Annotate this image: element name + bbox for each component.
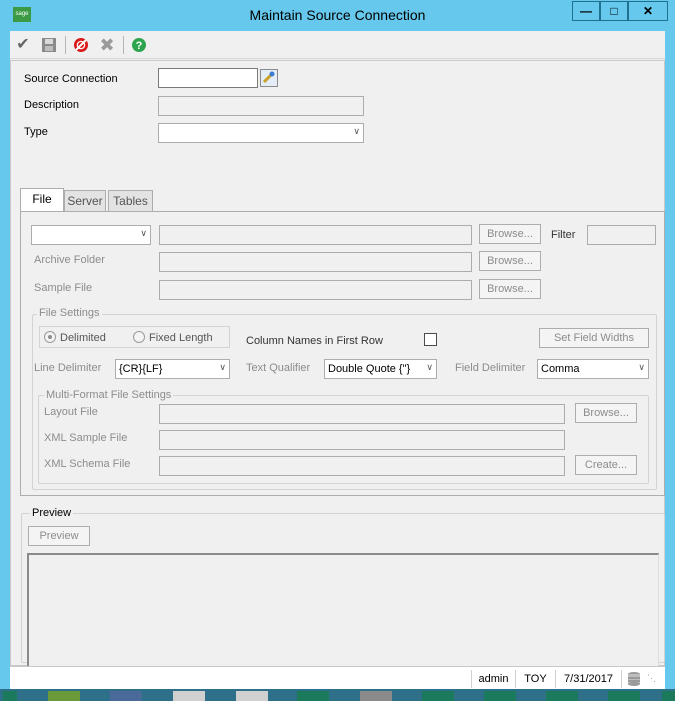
layout-file-input[interactable] xyxy=(159,404,565,424)
browse-archive-button[interactable]: Browse... xyxy=(479,251,541,271)
delete-icon[interactable] xyxy=(70,35,92,55)
chevron-down-icon: ∨ xyxy=(638,362,645,372)
chevron-down-icon: ∨ xyxy=(353,126,360,136)
tab-file-label: File xyxy=(32,192,52,206)
window-body: ✔ ✖ ? Source Connection Description Type… xyxy=(10,31,665,689)
tab-file[interactable]: File xyxy=(20,188,64,212)
browse-sample-button[interactable]: Browse... xyxy=(479,279,541,299)
toolbar: ✔ ✖ ? xyxy=(10,31,665,59)
chevron-down-icon: ∨ xyxy=(219,362,226,372)
column-names-label: Column Names in First Row xyxy=(246,335,383,347)
source-connection-input[interactable] xyxy=(158,68,258,88)
taskbar-item[interactable] xyxy=(48,691,80,701)
fixed-length-radio[interactable] xyxy=(133,331,145,343)
text-qualifier-label: Text Qualifier xyxy=(246,362,311,374)
database-icon[interactable] xyxy=(621,670,645,688)
tab-server[interactable]: Server xyxy=(64,190,106,212)
chevron-down-icon: ∨ xyxy=(140,228,147,238)
tab-server-label: Server xyxy=(67,194,103,208)
line-delimiter-label: Line Delimiter xyxy=(34,362,102,374)
taskbar-item[interactable] xyxy=(110,691,142,701)
svg-text:?: ? xyxy=(136,40,143,52)
file-settings-title: File Settings xyxy=(37,307,102,319)
help-icon[interactable]: ? xyxy=(128,35,150,55)
taskbar-item[interactable] xyxy=(3,691,17,701)
taskbar-item[interactable] xyxy=(236,691,268,701)
preview-title: Preview xyxy=(30,507,74,519)
preview-button[interactable]: Preview xyxy=(28,526,90,546)
status-date: 7/31/2017 xyxy=(555,670,621,688)
status-user: admin xyxy=(471,670,515,688)
taskbar xyxy=(0,689,675,701)
chevron-down-icon: ∨ xyxy=(426,362,433,372)
type-select[interactable]: ∨ xyxy=(158,123,364,143)
text-qualifier-select[interactable]: Double Quote {"} ∨ xyxy=(324,359,437,379)
lookup-icon[interactable] xyxy=(260,69,278,87)
taskbar-item[interactable] xyxy=(608,691,640,701)
delimited-label: Delimited xyxy=(60,332,106,344)
status-company: TOY xyxy=(515,670,555,688)
taskbar-item[interactable] xyxy=(546,691,578,701)
text-qualifier-value: Double Quote {"} xyxy=(328,363,411,375)
toolbar-separator xyxy=(65,36,66,54)
filter-label: Filter xyxy=(551,229,576,241)
multi-format-title: Multi-Format File Settings xyxy=(44,389,174,401)
browse-layout-button[interactable]: Browse... xyxy=(575,403,637,423)
archive-folder-label: Archive Folder xyxy=(34,254,105,266)
maximize-icon[interactable]: □ xyxy=(600,1,628,21)
set-field-widths-button[interactable]: Set Field Widths xyxy=(539,328,649,348)
delimited-radio[interactable] xyxy=(44,331,56,343)
field-delimiter-label: Field Delimiter xyxy=(455,362,526,374)
xml-schema-file-label: XML Schema File xyxy=(44,458,131,470)
form-panel: Source Connection Description Type ∨ Fil… xyxy=(10,60,665,679)
taskbar-item[interactable] xyxy=(360,691,392,701)
status-bar: admin TOY 7/31/2017 ⋱ xyxy=(10,666,665,689)
xml-sample-file-label: XML Sample File xyxy=(44,432,128,444)
cancel-x-icon[interactable]: ✖ xyxy=(96,35,118,55)
taskbar-item[interactable] xyxy=(484,691,516,701)
minimize-icon[interactable]: — xyxy=(572,1,600,21)
preview-area[interactable] xyxy=(27,553,659,679)
location-select[interactable]: ∨ xyxy=(31,225,151,245)
xml-sample-file-input[interactable] xyxy=(159,430,565,450)
close-icon[interactable]: ✕ xyxy=(628,1,668,21)
line-delimiter-select[interactable]: {CR}{LF} ∨ xyxy=(115,359,230,379)
sample-file-label: Sample File xyxy=(34,282,93,294)
layout-file-label: Layout File xyxy=(44,406,98,418)
filter-input[interactable] xyxy=(587,225,656,245)
xml-schema-file-input[interactable] xyxy=(159,456,565,476)
archive-folder-input[interactable] xyxy=(159,252,472,272)
source-connection-label: Source Connection xyxy=(24,73,118,85)
type-label: Type xyxy=(24,126,48,138)
file-tab-panel: ∨ Browse... Filter Archive Folder Browse… xyxy=(20,211,665,496)
taskbar-item[interactable] xyxy=(422,691,454,701)
title-bar[interactable]: sage Maintain Source Connection — □ ✕ xyxy=(0,0,675,31)
save-disk-icon[interactable] xyxy=(38,35,60,55)
sample-file-input[interactable] xyxy=(159,280,472,300)
description-input[interactable] xyxy=(158,96,364,116)
taskbar-item[interactable] xyxy=(662,691,675,701)
file-path-input[interactable] xyxy=(159,225,472,245)
taskbar-item[interactable] xyxy=(173,691,205,701)
toolbar-separator xyxy=(123,36,124,54)
field-delimiter-value: Comma xyxy=(541,363,580,375)
tab-tables-label: Tables xyxy=(113,194,148,208)
fixed-length-label: Fixed Length xyxy=(149,332,213,344)
tab-tables[interactable]: Tables xyxy=(108,190,153,212)
field-delimiter-select[interactable]: Comma ∨ xyxy=(537,359,649,379)
accept-check-icon[interactable]: ✔ xyxy=(12,35,34,55)
taskbar-item[interactable] xyxy=(297,691,329,701)
column-names-checkbox[interactable] xyxy=(424,333,437,346)
line-delimiter-value: {CR}{LF} xyxy=(119,363,163,375)
description-label: Description xyxy=(24,99,80,111)
resize-grip-icon[interactable]: ⋱ xyxy=(647,673,661,687)
create-schema-button[interactable]: Create... xyxy=(575,455,637,475)
browse-file-button[interactable]: Browse... xyxy=(479,224,541,244)
